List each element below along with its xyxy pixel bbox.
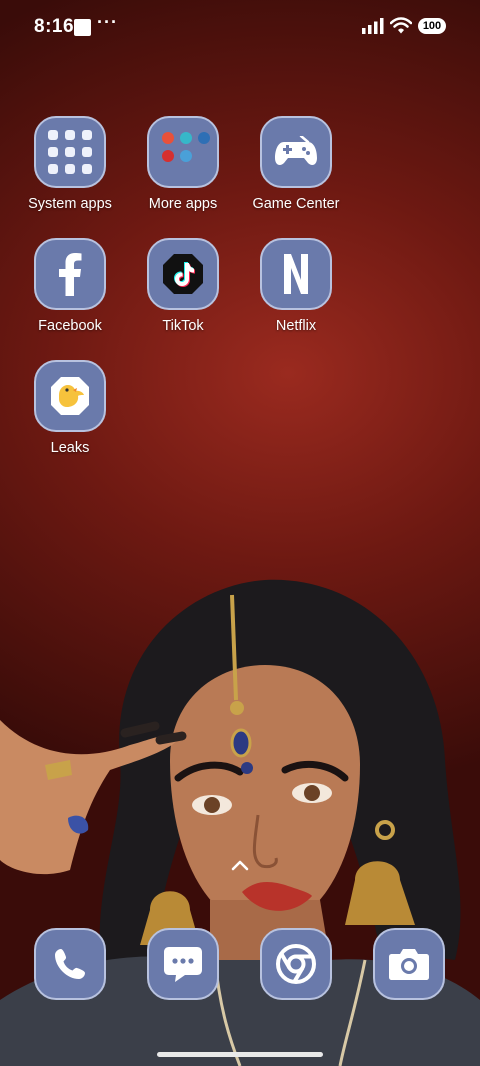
game-controller-icon bbox=[260, 116, 332, 188]
messages-icon bbox=[147, 928, 219, 1000]
status-icons: 100 bbox=[362, 17, 446, 34]
app-facebook[interactable]: Facebook bbox=[14, 238, 126, 334]
app-leaks[interactable]: Leaks bbox=[14, 360, 126, 456]
notification-dots: ··· bbox=[97, 12, 118, 32]
phone-icon bbox=[34, 928, 106, 1000]
leaks-bird-icon bbox=[34, 360, 106, 432]
app-label: System apps bbox=[28, 196, 112, 212]
more-apps-folder-icon bbox=[147, 116, 219, 188]
dock-chrome[interactable] bbox=[240, 928, 352, 1000]
battery-indicator: 100 bbox=[418, 17, 446, 34]
dock-camera[interactable] bbox=[353, 928, 465, 1000]
notification-square-icon bbox=[74, 19, 91, 36]
camera-icon bbox=[373, 928, 445, 1000]
facebook-icon bbox=[34, 238, 106, 310]
chevron-up-icon[interactable] bbox=[230, 858, 250, 872]
app-label: Leaks bbox=[50, 440, 90, 456]
netflix-icon bbox=[260, 238, 332, 310]
app-label: Game Center bbox=[252, 196, 340, 212]
cellular-signal-icon bbox=[362, 17, 384, 34]
app-system-apps[interactable]: System apps bbox=[14, 116, 126, 212]
app-game-center[interactable]: Game Center bbox=[240, 116, 352, 212]
app-more-apps[interactable]: More apps bbox=[127, 116, 239, 212]
app-tiktok[interactable]: TikTok bbox=[127, 238, 239, 334]
status-time: 8:16 bbox=[34, 16, 75, 37]
chrome-icon bbox=[260, 928, 332, 1000]
app-netflix[interactable]: Netflix bbox=[240, 238, 352, 334]
status-bar: 8:16 ··· 100 bbox=[0, 0, 480, 58]
app-label: Netflix bbox=[275, 318, 317, 334]
dock-messages[interactable] bbox=[127, 928, 239, 1000]
tiktok-icon bbox=[147, 238, 219, 310]
app-label: Facebook bbox=[38, 318, 102, 334]
system-apps-folder-icon bbox=[34, 116, 106, 188]
app-label: More apps bbox=[148, 196, 218, 212]
app-label: TikTok bbox=[162, 318, 204, 334]
dock-phone[interactable] bbox=[14, 928, 126, 1000]
home-indicator[interactable] bbox=[157, 1052, 323, 1057]
wifi-icon bbox=[390, 17, 412, 34]
